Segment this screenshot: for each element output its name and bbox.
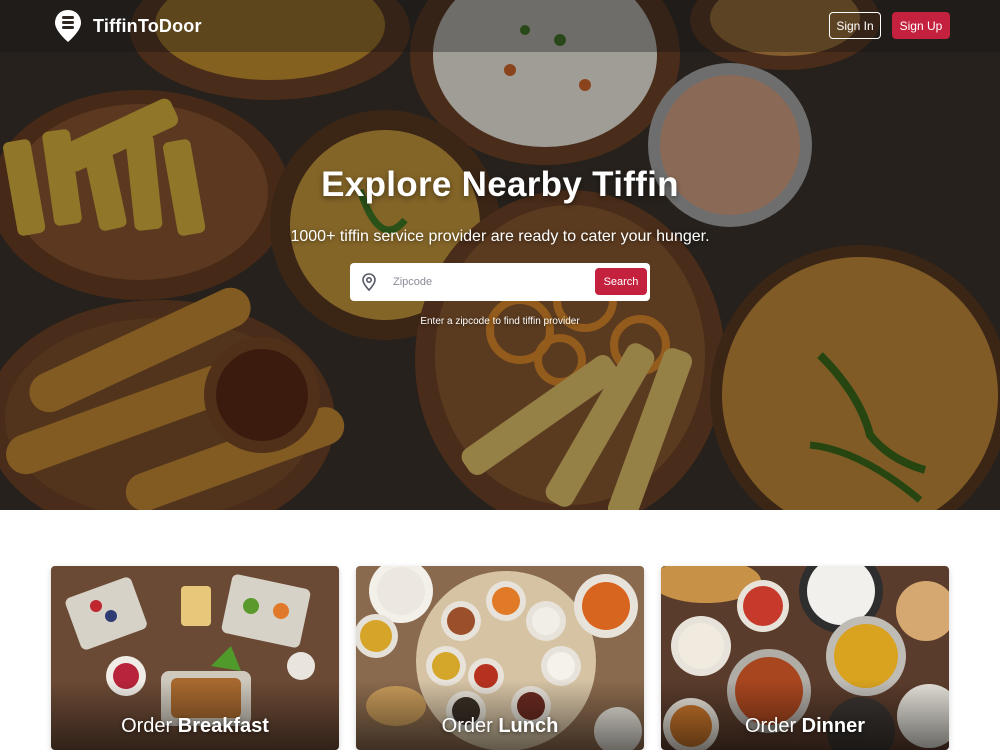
meal-prefix: Order [744, 715, 797, 737]
sign-in-button[interactable]: Sign In [829, 12, 881, 39]
order-dinner-card[interactable]: Order Dinner [661, 566, 949, 750]
hero-title: Explore Nearby Tiffin [321, 165, 679, 204]
search-hint: Enter a zipcode to find tiffin provider [420, 316, 580, 327]
meal-cards-section: Order Breakfast Order Lunch Order Dinner [0, 510, 1000, 750]
search-button[interactable]: Search [595, 268, 647, 295]
hero-subtitle: 1000+ tiffin service provider are ready … [290, 228, 710, 245]
hero-dark-overlay [0, 0, 1000, 510]
order-lunch-label: Order Lunch [356, 715, 644, 738]
sign-up-button[interactable]: Sign Up [892, 12, 950, 39]
order-lunch-card[interactable]: Order Lunch [356, 566, 644, 750]
order-dinner-label: Order Dinner [661, 715, 949, 738]
hero-banner: TiffinToDoor Sign In Sign Up Explore Nea… [0, 0, 1000, 510]
meal-name: Lunch [498, 715, 559, 737]
zipcode-search-bar: Search [350, 263, 650, 301]
zipcode-input[interactable] [393, 267, 583, 297]
meal-prefix: Order [121, 715, 173, 737]
location-pin-icon [362, 273, 376, 291]
meal-prefix: Order [441, 715, 493, 737]
brand-name: TiffinToDoor [93, 15, 202, 36]
order-breakfast-label: Order Breakfast [51, 715, 339, 738]
order-breakfast-card[interactable]: Order Breakfast [51, 566, 339, 750]
tiffin-box-pin-icon [55, 10, 81, 42]
meal-name: Breakfast [177, 715, 269, 737]
brand[interactable]: TiffinToDoor [54, 9, 202, 43]
meal-name: Dinner [801, 715, 866, 737]
